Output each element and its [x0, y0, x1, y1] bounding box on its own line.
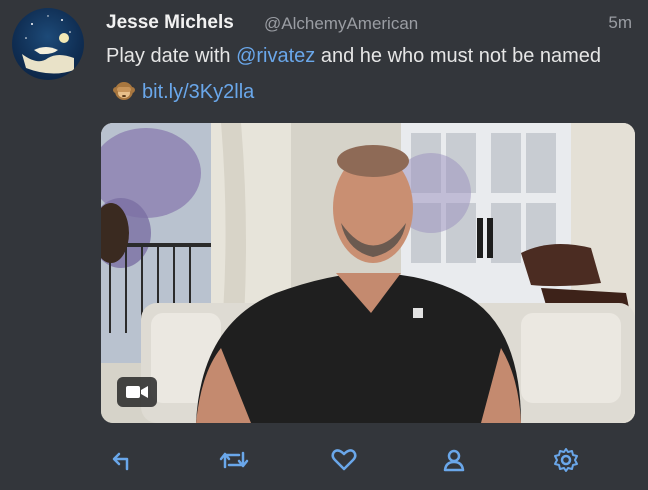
see-no-evil-monkey-icon	[112, 78, 136, 100]
tweet-actions	[0, 440, 648, 480]
reply-icon	[112, 452, 129, 471]
retweet-button[interactable]	[216, 442, 252, 478]
author-name[interactable]: Jesse Michels	[106, 12, 234, 34]
video-frame-image	[101, 123, 635, 423]
timestamp[interactable]: 5m	[608, 13, 632, 33]
gear-icon	[554, 448, 578, 472]
avatar[interactable]	[12, 8, 84, 80]
user-icon	[443, 449, 465, 472]
tweet-text: Play date with @rivatez and he who must …	[106, 38, 626, 110]
video-camera-icon	[117, 377, 157, 407]
reply-button[interactable]	[104, 442, 140, 478]
tweet-text-part: and he who must not be named	[315, 45, 602, 67]
video-thumbnail[interactable]	[101, 123, 635, 423]
like-button[interactable]	[326, 442, 362, 478]
author-handle[interactable]: @AlchemyAmerican	[264, 14, 418, 34]
heart-icon	[331, 449, 357, 471]
settings-button[interactable]	[548, 442, 584, 478]
tweet-link[interactable]: bit.ly/3Ky2lla	[142, 81, 254, 103]
retweet-icon	[219, 451, 249, 469]
avatar-image	[22, 15, 74, 74]
tweet-header: Jesse Michels @AlchemyAmerican 5m	[106, 10, 634, 38]
tweet-text-part: Play date with	[106, 45, 237, 67]
mention-link[interactable]: @rivatez	[236, 45, 315, 67]
profile-button[interactable]	[436, 442, 472, 478]
